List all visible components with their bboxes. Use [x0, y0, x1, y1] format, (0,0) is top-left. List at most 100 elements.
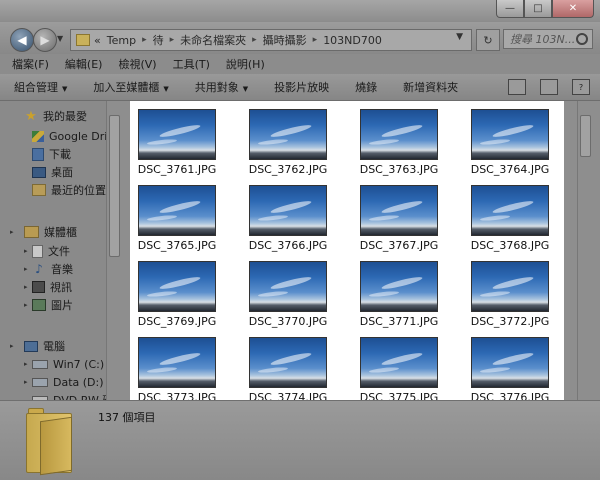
breadcrumb-separator-icon[interactable]: ▸ — [252, 35, 257, 45]
sidebar-item-downloads[interactable]: 下載 — [32, 145, 71, 163]
preview-pane-icon[interactable] — [540, 79, 558, 95]
change-view-icon[interactable] — [508, 79, 526, 95]
sidebar-item-label: Win7 (C:) — [53, 357, 105, 371]
file-item[interactable]: DSC_3764.JPG — [460, 101, 560, 176]
image-thumbnail — [249, 337, 327, 388]
slideshow-button[interactable]: 投影片放映 — [274, 79, 329, 95]
file-item[interactable]: DSC_3775.JPG — [349, 329, 449, 400]
breadcrumb-untitled-folder[interactable]: 未命名檔案夾 — [180, 32, 246, 48]
image-thumbnail — [249, 185, 327, 236]
sidebar-item-label: 下載 — [49, 148, 71, 161]
file-item[interactable]: DSC_3767.JPG — [349, 177, 449, 252]
sidebar-item-libraries[interactable]: 媒體櫃 — [24, 223, 77, 241]
navigation-pane-scrollbar[interactable] — [106, 101, 121, 400]
maximize-button[interactable]: □ — [524, 0, 552, 18]
file-name: DSC_3765.JPG — [137, 239, 217, 252]
share-with-button[interactable]: 共用對象 ▼ — [195, 79, 248, 95]
menu-bar: 檔案(F) 編輯(E) 檢視(V) 工具(T) 說明(H) — [0, 54, 600, 74]
file-name: DSC_3769.JPG — [137, 315, 217, 328]
sidebar-item-desktop[interactable]: 桌面 — [32, 163, 73, 181]
file-item[interactable]: DSC_3773.JPG — [130, 329, 227, 400]
breadcrumb-separator-icon[interactable]: ▸ — [142, 35, 147, 45]
file-item[interactable]: DSC_3769.JPG — [130, 253, 227, 328]
sidebar-item-favorites[interactable]: ★ 我的最愛 — [24, 107, 87, 125]
menu-tools[interactable]: 工具(T) — [173, 56, 210, 72]
image-thumbnail — [249, 261, 327, 312]
menu-file[interactable]: 檔案(F) — [12, 56, 49, 72]
folder-icon — [26, 405, 74, 476]
expand-arrow-icon[interactable]: ▸ — [24, 301, 28, 309]
expand-arrow-icon[interactable]: ▸ — [24, 265, 28, 273]
image-thumbnail — [471, 337, 549, 388]
file-name: DSC_3772.JPG — [470, 315, 550, 328]
image-thumbnail — [360, 109, 438, 160]
sidebar-item-computer[interactable]: 電腦 — [24, 337, 65, 355]
file-item[interactable]: DSC_3770.JPG — [238, 253, 338, 328]
item-count: 137 個項目 — [98, 411, 156, 424]
file-item[interactable]: DSC_3766.JPG — [238, 177, 338, 252]
help-icon[interactable]: ? — [572, 79, 590, 95]
file-name: DSC_3771.JPG — [359, 315, 439, 328]
hard-drive-icon — [32, 359, 48, 369]
downloads-icon — [32, 147, 44, 161]
breadcrumb-separator-icon[interactable]: ▸ — [170, 35, 175, 45]
menu-help[interactable]: 說明(H) — [226, 56, 265, 72]
add-to-library-button[interactable]: 加入至媒體櫃 ▼ — [93, 79, 168, 95]
search-input[interactable]: 搜尋 103N... — [503, 29, 593, 49]
file-item[interactable]: DSC_3761.JPG — [130, 101, 227, 176]
breadcrumb-103nd700[interactable]: 103ND700 — [323, 34, 382, 47]
sidebar-item-documents[interactable]: 文件 — [32, 242, 70, 260]
image-thumbnail — [471, 185, 549, 236]
menu-edit[interactable]: 編輯(E) — [65, 56, 103, 72]
expand-arrow-icon[interactable]: ▸ — [24, 247, 28, 255]
close-button[interactable]: ✕ — [552, 0, 594, 18]
file-item[interactable]: DSC_3762.JPG — [238, 101, 338, 176]
burn-button[interactable]: 燒錄 — [355, 79, 377, 95]
recent-pages-dropdown-icon[interactable]: ▼ — [57, 34, 63, 43]
sidebar-item-drive-c[interactable]: Win7 (C:) — [32, 355, 104, 373]
explorer-window: — □ ✕ ◀ ▶ ▼ « Temp ▸ 待 ▸ 未命名檔案夾 ▸ 攝時攝影 ▸… — [0, 0, 600, 480]
file-item[interactable]: DSC_3776.JPG — [460, 329, 560, 400]
organize-button[interactable]: 組合管理 ▼ — [14, 79, 67, 95]
documents-icon — [32, 244, 43, 258]
refresh-button[interactable]: ↻ — [476, 29, 500, 51]
forward-button[interactable]: ▶ — [33, 28, 57, 52]
breadcrumb-separator-icon[interactable]: ▸ — [313, 35, 318, 45]
back-button[interactable]: ◀ — [10, 28, 34, 52]
file-item[interactable]: DSC_3771.JPG — [349, 253, 449, 328]
scrollbar-thumb[interactable] — [109, 115, 120, 257]
scrollbar-thumb[interactable] — [580, 115, 591, 157]
address-bar[interactable]: « Temp ▸ 待 ▸ 未命名檔案夾 ▸ 攝時攝影 ▸ 103ND700 ▼ — [70, 29, 472, 51]
file-name: DSC_3768.JPG — [470, 239, 550, 252]
sidebar-item-music[interactable]: ♪ 音樂 — [32, 260, 73, 278]
breadcrumb-timelapse[interactable]: 攝時攝影 — [263, 32, 307, 48]
sidebar-item-label: 我的最愛 — [43, 110, 87, 123]
file-item[interactable]: DSC_3768.JPG — [460, 177, 560, 252]
new-folder-button[interactable]: 新增資料夾 — [403, 79, 458, 95]
image-thumbnail — [471, 261, 549, 312]
file-list-scrollbar[interactable] — [577, 101, 592, 400]
expand-arrow-icon[interactable]: ▸ — [24, 360, 28, 368]
file-item[interactable]: DSC_3774.JPG — [238, 329, 338, 400]
sidebar-item-videos[interactable]: 視訊 — [32, 278, 72, 296]
address-overflow-chevron[interactable]: « — [94, 34, 101, 47]
sidebar-item-drive-d[interactable]: Data (D:) — [32, 373, 104, 391]
file-item[interactable]: DSC_3772.JPG — [460, 253, 560, 328]
expand-arrow-icon[interactable]: ▸ — [10, 228, 14, 236]
hard-drive-icon — [32, 377, 48, 387]
command-bar: 組合管理 ▼ 加入至媒體櫃 ▼ 共用對象 ▼ 投影片放映 燒錄 新增資料夾 ? — [0, 74, 600, 101]
expand-arrow-icon[interactable]: ▸ — [10, 342, 14, 350]
expand-arrow-icon[interactable]: ▸ — [24, 283, 28, 291]
desktop-icon — [32, 166, 46, 178]
address-dropdown-icon[interactable]: ▼ — [456, 32, 463, 42]
file-item[interactable]: DSC_3763.JPG — [349, 101, 449, 176]
minimize-button[interactable]: — — [496, 0, 524, 18]
breadcrumb-pending[interactable]: 待 — [153, 32, 164, 48]
file-item[interactable]: DSC_3765.JPG — [130, 177, 227, 252]
expand-arrow-icon[interactable]: ▸ — [24, 378, 28, 386]
menu-view[interactable]: 檢視(V) — [118, 56, 156, 72]
sidebar-item-pictures[interactable]: 圖片 — [32, 296, 73, 314]
sidebar-item-recent-places[interactable]: 最近的位置 — [32, 181, 106, 199]
recent-places-icon — [32, 184, 46, 196]
breadcrumb-temp[interactable]: Temp — [107, 34, 136, 47]
